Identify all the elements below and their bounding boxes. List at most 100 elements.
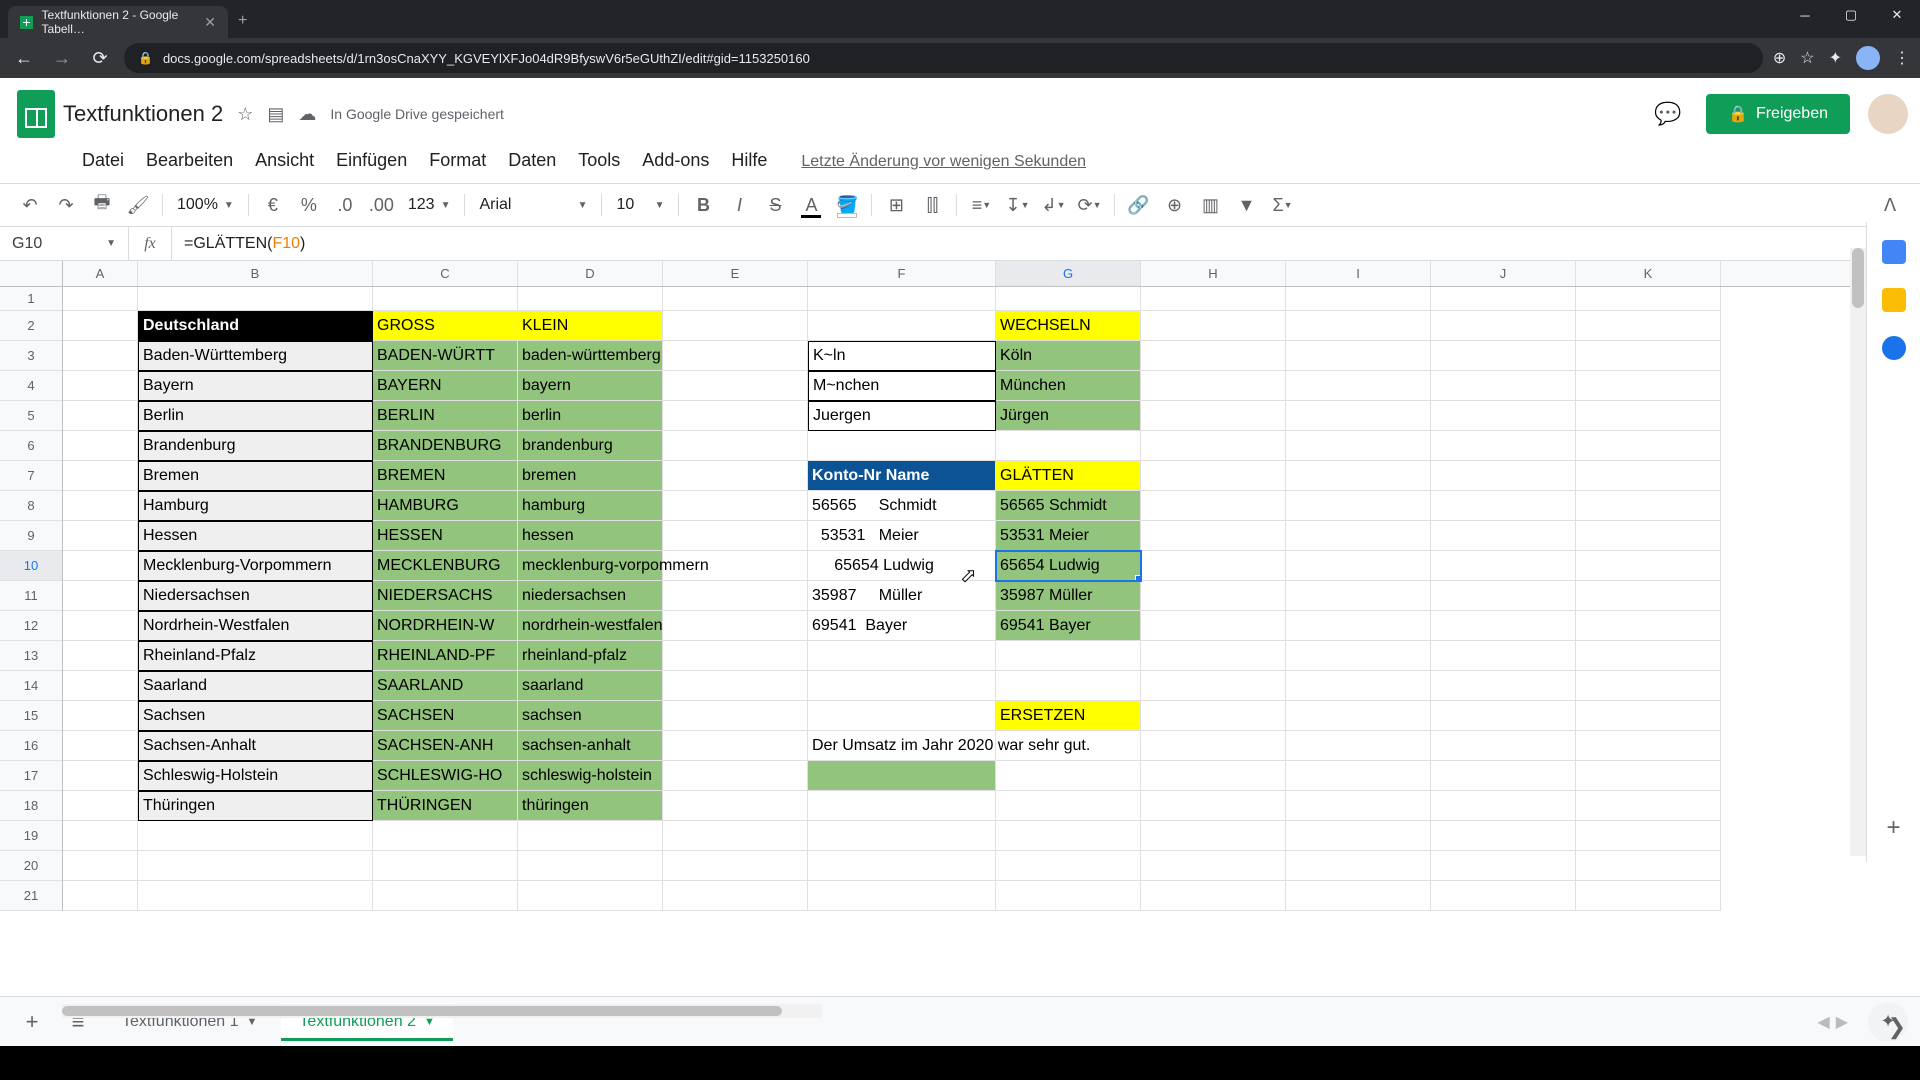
row-header[interactable]: 10 bbox=[0, 551, 62, 581]
cell[interactable] bbox=[1576, 551, 1721, 581]
cell[interactable] bbox=[1141, 287, 1286, 311]
cell[interactable] bbox=[63, 701, 138, 731]
nav-reload-icon[interactable]: ⟳ bbox=[86, 44, 114, 72]
chart-icon[interactable]: ▥ bbox=[1195, 190, 1227, 220]
cell[interactable]: Rheinland-Pfalz bbox=[138, 641, 373, 671]
cell[interactable] bbox=[138, 851, 373, 881]
cell[interactable]: Schleswig-Holstein bbox=[138, 761, 373, 791]
cell[interactable] bbox=[808, 311, 996, 341]
cell[interactable]: SACHSEN bbox=[373, 701, 518, 731]
cell[interactable]: ERSETZEN bbox=[996, 701, 1141, 731]
cell[interactable]: sachsen bbox=[518, 701, 663, 731]
cell[interactable] bbox=[1141, 401, 1286, 431]
tab-scroll-left-icon[interactable]: ◀ bbox=[1817, 1012, 1829, 1032]
zoom-select[interactable]: 100%▼ bbox=[171, 196, 240, 214]
cell[interactable] bbox=[1576, 761, 1721, 791]
add-sheet-button[interactable]: + bbox=[12, 1004, 52, 1040]
bold-icon[interactable]: B bbox=[687, 190, 719, 220]
cell[interactable] bbox=[1286, 491, 1431, 521]
cell[interactable]: Baden-Württemberg bbox=[138, 341, 373, 371]
cell[interactable] bbox=[1286, 761, 1431, 791]
cell[interactable]: Bremen bbox=[138, 461, 373, 491]
new-tab-button[interactable]: + bbox=[228, 4, 257, 38]
col-header[interactable]: B bbox=[138, 261, 373, 286]
tab-close-icon[interactable]: ✕ bbox=[204, 14, 216, 31]
decimal-inc-icon[interactable]: .00 bbox=[365, 190, 398, 220]
row-header[interactable]: 20 bbox=[0, 851, 62, 881]
cell[interactable] bbox=[373, 851, 518, 881]
col-header[interactable]: D bbox=[518, 261, 663, 286]
cell[interactable] bbox=[1286, 341, 1431, 371]
col-header[interactable]: E bbox=[663, 261, 808, 286]
cell[interactable]: Niedersachsen bbox=[138, 581, 373, 611]
cell[interactable]: Köln bbox=[996, 341, 1141, 371]
add-addon-icon[interactable]: + bbox=[1886, 814, 1900, 842]
cell[interactable] bbox=[1576, 311, 1721, 341]
cell[interactable]: Sachsen-Anhalt bbox=[138, 731, 373, 761]
cell[interactable] bbox=[63, 341, 138, 371]
cell[interactable]: Jürgen bbox=[996, 401, 1141, 431]
cell[interactable] bbox=[1431, 341, 1576, 371]
cell[interactable] bbox=[63, 551, 138, 581]
cell[interactable] bbox=[996, 671, 1141, 701]
cell[interactable] bbox=[373, 287, 518, 311]
cell[interactable]: Berlin bbox=[138, 401, 373, 431]
cell[interactable] bbox=[63, 611, 138, 641]
cell[interactable]: hamburg bbox=[518, 491, 663, 521]
cell[interactable]: München bbox=[996, 371, 1141, 401]
cell[interactable] bbox=[1286, 311, 1431, 341]
browser-tab-active[interactable]: Textfunktionen 2 - Google Tabell… ✕ bbox=[8, 6, 228, 38]
cell[interactable] bbox=[1141, 791, 1286, 821]
cell[interactable] bbox=[63, 431, 138, 461]
cell[interactable]: berlin bbox=[518, 401, 663, 431]
cell[interactable] bbox=[1286, 581, 1431, 611]
window-maximize[interactable]: ▢ bbox=[1828, 0, 1874, 30]
cell[interactable] bbox=[1141, 611, 1286, 641]
cell[interactable] bbox=[1576, 521, 1721, 551]
cell[interactable] bbox=[996, 851, 1141, 881]
cell[interactable] bbox=[663, 731, 808, 761]
fill-color-icon[interactable]: 🪣 bbox=[831, 190, 863, 220]
cell[interactable]: 53531 Meier bbox=[996, 521, 1141, 551]
select-all-corner[interactable] bbox=[0, 261, 63, 286]
font-select[interactable]: Arial▼ bbox=[473, 196, 593, 214]
row-header[interactable]: 15 bbox=[0, 701, 62, 731]
cell[interactable] bbox=[996, 821, 1141, 851]
cell[interactable] bbox=[1286, 701, 1431, 731]
cell[interactable]: Deutschland bbox=[138, 311, 373, 341]
cell[interactable]: BAYERN bbox=[373, 371, 518, 401]
cell[interactable]: SACHSEN-ANH bbox=[373, 731, 518, 761]
cell[interactable] bbox=[518, 851, 663, 881]
cell[interactable] bbox=[63, 731, 138, 761]
vertical-scrollbar[interactable] bbox=[1850, 248, 1866, 856]
cell[interactable] bbox=[663, 881, 808, 911]
cell[interactable] bbox=[1431, 881, 1576, 911]
cell[interactable]: HAMBURG bbox=[373, 491, 518, 521]
row-header[interactable]: 1 bbox=[0, 287, 62, 311]
cell[interactable]: MECKLENBURG bbox=[373, 551, 518, 581]
italic-icon[interactable]: I bbox=[723, 190, 755, 220]
cell[interactable] bbox=[518, 881, 663, 911]
cell[interactable] bbox=[1431, 461, 1576, 491]
merge-icon[interactable]: ⫿⫿ bbox=[916, 190, 948, 220]
menu-addons[interactable]: Add-ons bbox=[634, 146, 717, 175]
cell[interactable] bbox=[1286, 821, 1431, 851]
calendar-icon[interactable] bbox=[1882, 240, 1906, 264]
row-header[interactable]: 21 bbox=[0, 881, 62, 911]
cell[interactable]: 56565 Schmidt bbox=[808, 491, 996, 521]
cell[interactable] bbox=[1576, 287, 1721, 311]
cell[interactable] bbox=[1576, 701, 1721, 731]
cell[interactable]: BADEN-WÜRTT bbox=[373, 341, 518, 371]
show-side-panel-icon[interactable]: ❯ bbox=[1888, 1014, 1906, 1040]
cell[interactable] bbox=[1576, 791, 1721, 821]
cell[interactable] bbox=[808, 851, 996, 881]
cell[interactable] bbox=[1576, 401, 1721, 431]
cell[interactable]: saarland bbox=[518, 671, 663, 701]
cell[interactable] bbox=[808, 881, 996, 911]
cell[interactable] bbox=[996, 641, 1141, 671]
halign-icon[interactable]: ≡ ▼ bbox=[965, 190, 997, 220]
cell[interactable]: Thüringen bbox=[138, 791, 373, 821]
cell[interactable]: niedersachsen bbox=[518, 581, 663, 611]
cell[interactable] bbox=[63, 461, 138, 491]
cell[interactable]: RHEINLAND-PF bbox=[373, 641, 518, 671]
